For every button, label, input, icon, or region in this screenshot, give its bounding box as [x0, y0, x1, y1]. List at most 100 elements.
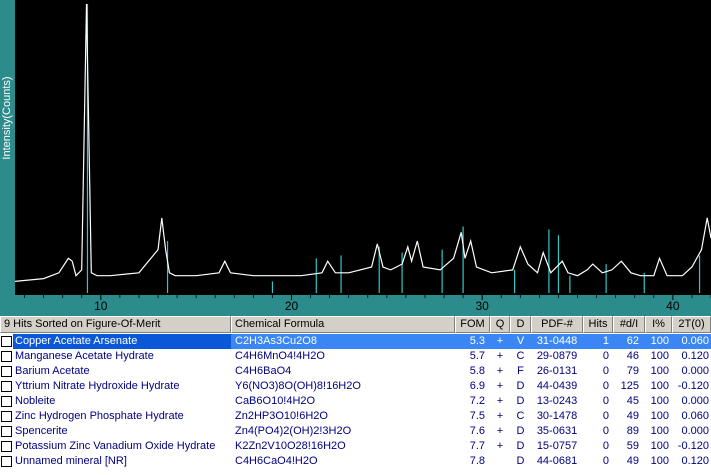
d-cell: D	[516, 425, 525, 437]
header-fom[interactable]: FOM	[455, 316, 490, 333]
fom-cell: 7.7	[469, 440, 485, 452]
header-di[interactable]: #d/I	[613, 316, 645, 333]
table-row[interactable]: Copper Acetate Arsenate C2H3As3Cu2O8 5.3 + V…	[0, 334, 711, 349]
header-formula[interactable]: Chemical Formula	[231, 316, 455, 333]
di-cell: 59	[626, 440, 639, 452]
header-ipct[interactable]: I%	[645, 316, 672, 333]
hits-cell: 0	[602, 380, 609, 392]
di-cell: 49	[626, 410, 639, 422]
di-cell: 45	[626, 395, 639, 407]
d-cell: F	[517, 365, 524, 377]
d-cell: D	[516, 440, 525, 452]
q-cell: +	[496, 440, 504, 452]
pdf-cell: 13-0243	[536, 395, 578, 407]
pdf-cell: 44-0681	[536, 455, 578, 467]
hits-cell: 0	[602, 365, 609, 377]
x-tick-label: 20	[285, 299, 299, 313]
diffraction-plot[interactable]: 10 20 30 40	[0, 0, 711, 316]
table-row[interactable]: Spencerite Zn4(PO4)2(OH)2!3H2O 7.6 + D 35-063…	[0, 424, 711, 439]
hit-name-cell[interactable]: Zinc Hydrogen Phosphate Hydrate	[13, 409, 231, 424]
hits-cell: 0	[602, 455, 609, 467]
fom-cell: 7.8	[469, 455, 485, 467]
table-row[interactable]: Manganese Acetate Hydrate C4H6MnO4!4H2O 5.…	[0, 349, 711, 364]
fom-cell: 5.7	[469, 350, 485, 362]
t2-cell: 0.120	[681, 455, 709, 467]
ipct-cell: 100	[650, 365, 669, 377]
d-cell: C	[516, 410, 525, 422]
di-cell: 89	[626, 425, 639, 437]
t2-cell: 0.000	[681, 365, 709, 377]
pdf-cell: 30-1478	[536, 410, 578, 422]
diffraction-trace	[14, 3, 711, 282]
pdf-cell: 15-0757	[536, 440, 578, 452]
fom-cell: 7.6	[469, 425, 485, 437]
formula-cell: Zn2HP3O10!6H2O	[235, 410, 328, 422]
row-checkbox[interactable]	[1, 426, 12, 437]
hit-name-cell[interactable]: Manganese Acetate Hydrate	[13, 349, 231, 364]
fom-cell: 5.8	[469, 365, 485, 377]
header-d[interactable]: D	[510, 316, 531, 333]
fom-cell: 6.9	[469, 380, 485, 392]
hit-name-cell[interactable]: Spencerite	[13, 424, 231, 439]
table-row[interactable]: Yttrium Nitrate Hydroxide Hydrate Y6(NO3)…	[0, 379, 711, 394]
row-checkbox[interactable]	[1, 366, 12, 377]
ipct-cell: 100	[650, 455, 669, 467]
header-pdf[interactable]: PDF-#	[531, 316, 583, 333]
q-cell	[490, 454, 510, 469]
header-hits[interactable]: Hits	[583, 316, 613, 333]
t2-cell: 0.120	[681, 350, 709, 362]
ipct-cell: 100	[650, 335, 669, 347]
hit-name-cell[interactable]: Copper Acetate Arsenate	[13, 334, 231, 349]
diffraction-chart-panel: Intensity(Counts) 10 20 30 40	[0, 0, 711, 316]
row-checkbox[interactable]	[1, 456, 12, 467]
hit-name-cell[interactable]: Nobleite	[13, 394, 231, 409]
hit-name-cell[interactable]: Barium Acetate	[13, 364, 231, 379]
hits-cell: 0	[602, 410, 609, 422]
table-row[interactable]: Nobleite CaB6O10!4H2O 7.2 + D 13-0243 0 45 100 0.…	[0, 394, 711, 409]
q-cell: +	[496, 410, 504, 422]
formula-cell: C2H3As3Cu2O8	[235, 335, 317, 347]
hit-name-cell[interactable]: Yttrium Nitrate Hydroxide Hydrate	[13, 379, 231, 394]
di-cell: 125	[620, 380, 639, 392]
fom-cell: 7.5	[469, 410, 485, 422]
ipct-cell: 100	[650, 350, 669, 362]
header-2t[interactable]: 2T(0)	[672, 316, 711, 333]
d-cell: V	[516, 335, 525, 347]
t2-cell: -0.120	[677, 440, 709, 452]
pdf-cell: 35-0631	[536, 425, 578, 437]
formula-cell: C4H6BaO4	[235, 365, 292, 377]
formula-cell: Zn4(PO4)2(OH)2!3H2O	[235, 425, 352, 437]
table-row[interactable]: Unnamed mineral [NR] C4H6CaO4!H2O 7.8 D 44-0…	[0, 454, 711, 469]
fom-cell: 5.3	[469, 335, 485, 347]
row-checkbox[interactable]	[1, 336, 12, 347]
header-q[interactable]: Q	[490, 316, 510, 333]
t2-cell: 0.060	[681, 335, 709, 347]
hit-name-cell[interactable]: Unnamed mineral [NR]	[13, 454, 231, 469]
fom-cell: 7.2	[469, 395, 485, 407]
hits-cell: 0	[602, 425, 609, 437]
row-checkbox[interactable]	[1, 351, 12, 362]
formula-cell: C4H6CaO4!H2O	[235, 455, 318, 467]
d-cell: D	[516, 380, 525, 392]
x-tick-label: 30	[475, 299, 489, 313]
d-cell: D	[516, 455, 525, 467]
table-row[interactable]: Barium Acetate C4H6BaO4 5.8 + F 26-0131 0 79 100…	[0, 364, 711, 379]
hit-name-cell[interactable]: Potassium Zinc Vanadium Oxide Hydrate	[13, 439, 231, 454]
pdf-cell: 26-0131	[536, 365, 578, 377]
hits-cell: 0	[602, 440, 609, 452]
ipct-cell: 100	[650, 380, 669, 392]
row-checkbox[interactable]	[1, 381, 12, 392]
pdf-cell: 31-0448	[536, 335, 578, 347]
header-hit-name[interactable]: 9 Hits Sorted on Figure-Of-Merit	[0, 316, 231, 333]
q-cell: +	[496, 425, 504, 437]
q-cell: +	[496, 380, 504, 392]
di-cell: 49	[626, 455, 639, 467]
di-cell: 62	[626, 335, 639, 347]
row-checkbox[interactable]	[1, 396, 12, 407]
table-row[interactable]: Potassium Zinc Vanadium Oxide Hydrate K2Z…	[0, 439, 711, 454]
row-checkbox[interactable]	[1, 411, 12, 422]
row-checkbox[interactable]	[1, 441, 12, 452]
t2-cell: 0.000	[681, 425, 709, 437]
table-row[interactable]: Zinc Hydrogen Phosphate Hydrate Zn2HP3O10…	[0, 409, 711, 424]
di-cell: 46	[626, 350, 639, 362]
